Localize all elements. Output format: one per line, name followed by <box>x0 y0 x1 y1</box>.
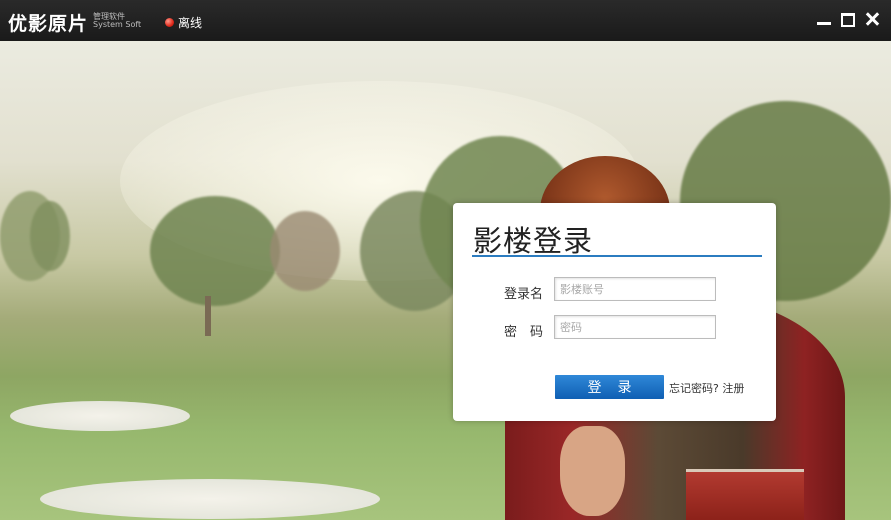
login-button[interactable]: 登录 <box>555 375 664 399</box>
person-arm <box>560 426 625 516</box>
password-input[interactable] <box>554 315 716 339</box>
connection-status: 离线 <box>165 14 202 31</box>
status-text: 离线 <box>178 16 203 30</box>
username-input[interactable] <box>554 277 716 301</box>
status-dot-icon <box>165 18 174 27</box>
maximize-icon[interactable] <box>839 10 857 28</box>
pond <box>10 401 190 431</box>
title-divider <box>472 255 762 257</box>
login-title: 影楼登录 <box>473 224 594 258</box>
tree <box>30 201 70 271</box>
tree <box>150 196 280 306</box>
window-controls <box>815 10 881 28</box>
username-label: 登录名 <box>504 287 544 302</box>
tree <box>270 211 340 291</box>
forgot-password-link[interactable]: 忘记密码? <box>669 382 719 395</box>
pond <box>40 479 380 519</box>
minimize-icon[interactable] <box>815 10 833 28</box>
app-window: 优影原片 管理软件 System Soft 离线 影楼登录 登录名 影楼账号 密… <box>0 0 891 520</box>
register-link[interactable]: 注册 <box>722 382 744 395</box>
close-icon[interactable] <box>863 10 881 28</box>
app-logo-subtitle-en: System Soft <box>93 20 142 29</box>
app-logo-subtitle: 管理软件 System Soft <box>93 13 141 29</box>
tree-trunk <box>205 296 211 336</box>
login-card: 影楼登录 登录名 密 码 登录 忘记密码? 注册 <box>453 203 776 421</box>
app-logo: 优影原片 <box>8 13 89 35</box>
title-bar[interactable]: 优影原片 管理软件 System Soft 离线 <box>0 0 891 42</box>
account-links: 忘记密码? 注册 <box>669 380 744 396</box>
password-label: 密 码 <box>504 325 544 340</box>
red-book <box>686 469 804 520</box>
